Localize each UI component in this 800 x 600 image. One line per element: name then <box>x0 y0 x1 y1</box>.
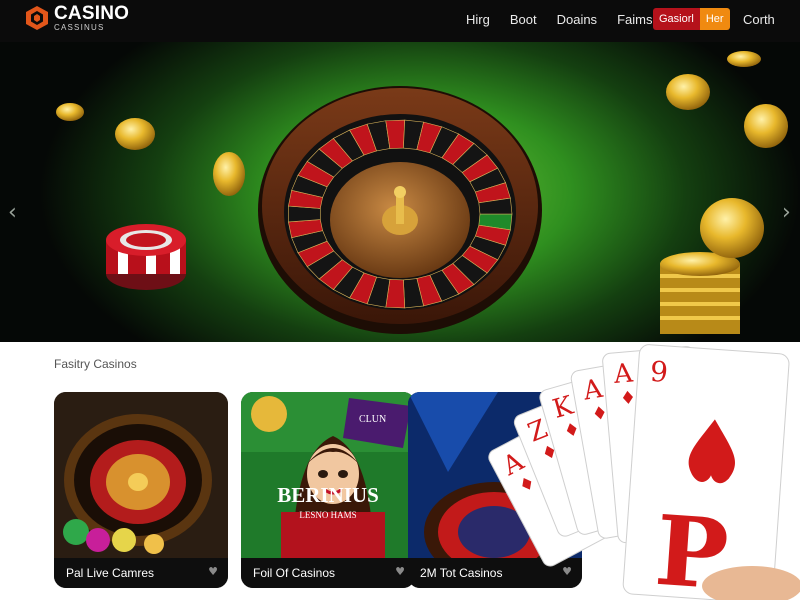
card-rank: A <box>612 358 636 390</box>
roulette-pocket <box>288 205 321 223</box>
main-nav: Hirg Boot Doains Faims <box>466 12 652 27</box>
card-art-banner: CLUN <box>359 414 386 425</box>
brand-logo[interactable]: CASINO CASSINUS <box>24 4 129 32</box>
card-footer: Pal Live Camres ♥ <box>54 558 228 588</box>
casino-logo-icon <box>26 6 48 30</box>
brand-title: CASINO <box>54 3 130 24</box>
carousel-prev-arrow-icon[interactable]: ‹ <box>8 200 17 225</box>
cta-button-group[interactable]: Gasiorl Her <box>653 8 730 30</box>
cta-secondary-button[interactable]: Her <box>699 8 730 30</box>
brand-subtitle: CASSINUS <box>54 23 105 32</box>
nav-item[interactable]: Boot <box>510 12 537 27</box>
carousel-next-arrow-icon[interactable]: › <box>782 200 791 225</box>
header-link[interactable]: Corth <box>743 12 775 27</box>
nav-item[interactable]: Hirg <box>466 12 490 27</box>
card-art-title: BERINIUS <box>277 483 379 507</box>
svg-text:♦: ♦ <box>619 387 637 409</box>
roulette-wheel-icon <box>258 86 542 334</box>
casino-chip-stack-icon <box>106 224 186 290</box>
card-art-subtitle: LESNO HAMS <box>299 510 356 520</box>
nav-item[interactable]: Faims <box>617 12 652 27</box>
favorite-heart-icon[interactable]: ♥ <box>395 565 405 578</box>
card-label: Pal Live Camres <box>66 566 155 580</box>
hero-illustration <box>56 51 788 334</box>
roulette-wheel-icon <box>54 392 228 558</box>
section-title: Fasitry Casinos <box>54 357 137 371</box>
nav-item[interactable]: Doains <box>557 12 597 27</box>
top-header: CASINO CASSINUS Hirg Boot Doains Faims G… <box>0 0 800 42</box>
cta-primary-button[interactable]: Gasiorl <box>653 8 700 30</box>
card-rank: 9 <box>649 355 669 389</box>
card-footer: Foil Of Casinos ♥ <box>241 558 415 588</box>
game-card[interactable]: Pal Live Camres ♥ <box>54 392 228 588</box>
character-portrait-icon: CLUN BERINIUS LESNO HAMS <box>241 392 415 558</box>
game-card[interactable]: CLUN BERINIUS LESNO HAMS Foil Of Casinos… <box>241 392 415 588</box>
card-label: Foil Of Casinos <box>253 566 336 580</box>
hero-banner[interactable]: ‹ › <box>0 42 800 342</box>
playing-cards-illustration: A ♦ Z ♦ K ♦ A ♦ A ♦ 9 P <box>488 344 800 600</box>
favorite-heart-icon[interactable]: ♥ <box>208 565 218 578</box>
